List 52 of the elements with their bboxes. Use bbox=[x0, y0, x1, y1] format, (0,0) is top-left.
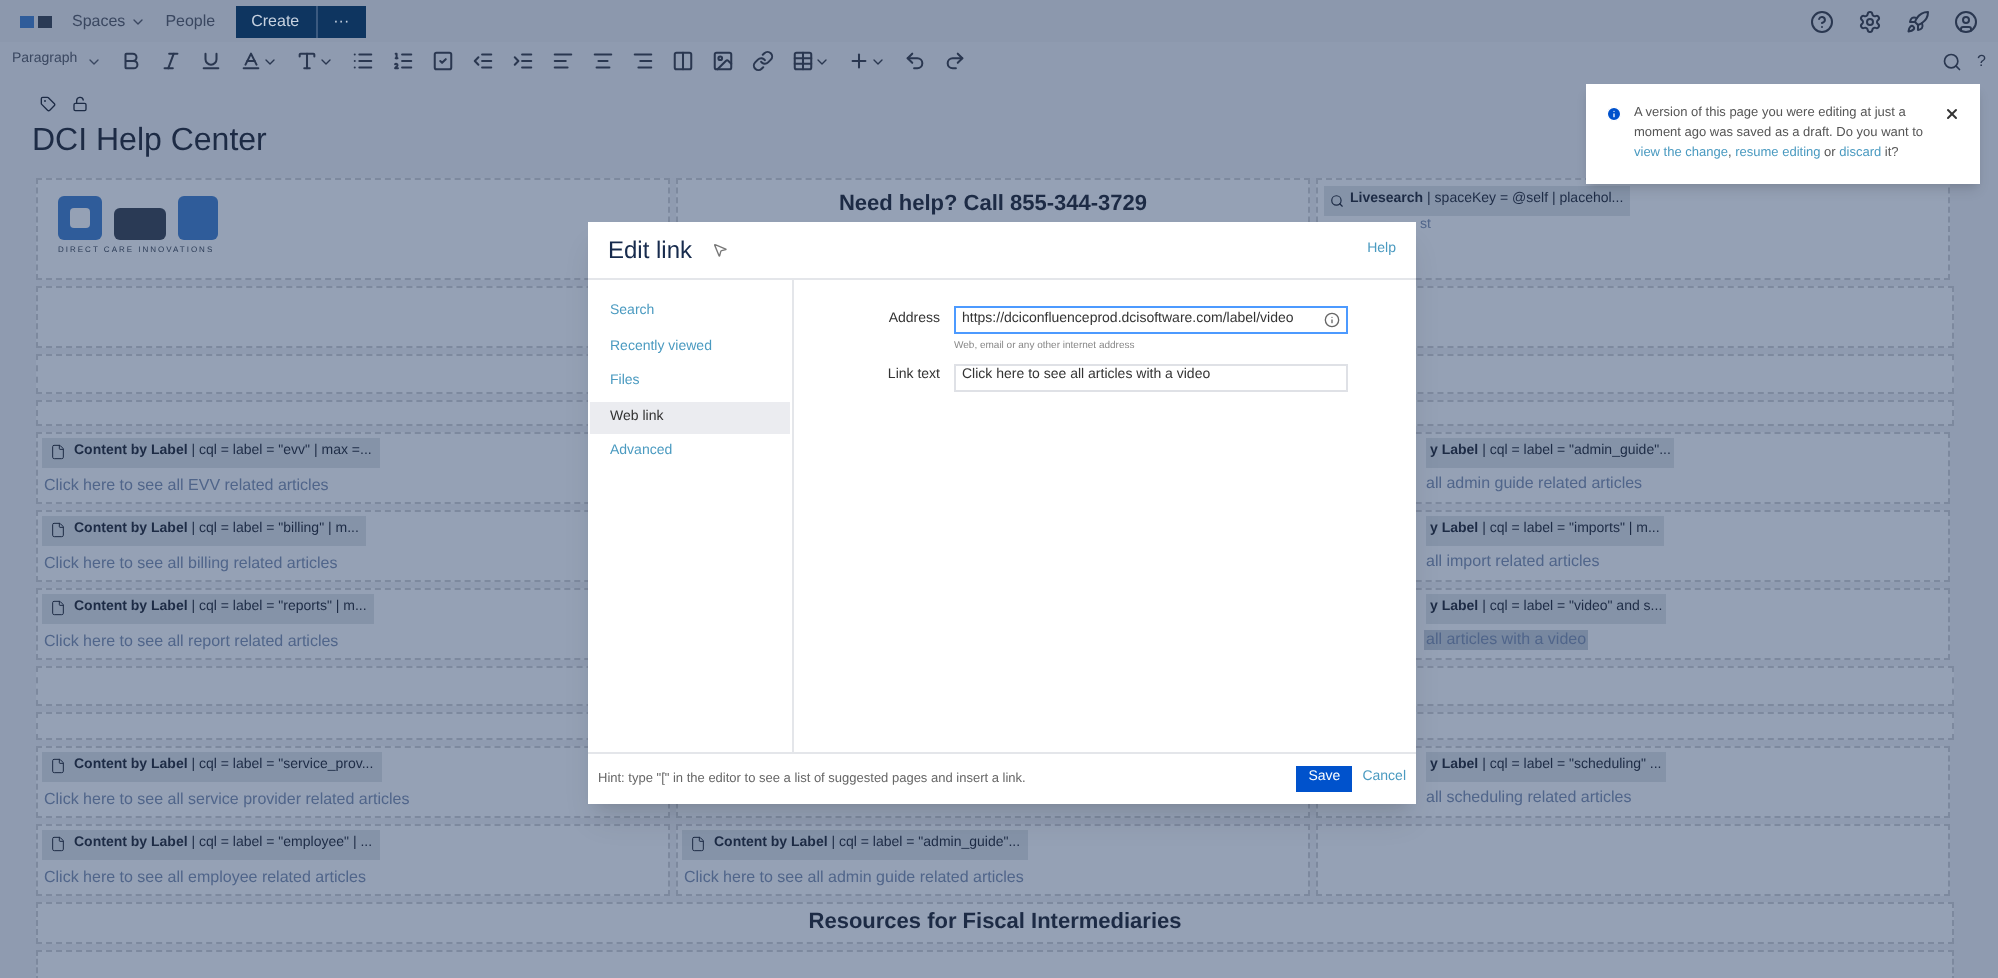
help-link[interactable]: ? bbox=[1977, 49, 1986, 73]
nav-item[interactable]: Spaces bbox=[72, 9, 146, 33]
image-icon[interactable] bbox=[711, 50, 734, 72]
cursor-icon bbox=[712, 242, 729, 258]
text-color-icon[interactable] bbox=[239, 50, 278, 72]
layout-icon[interactable] bbox=[671, 50, 694, 72]
align-center-icon[interactable] bbox=[591, 50, 614, 72]
create-button[interactable]: Create bbox=[235, 5, 316, 37]
help-icon[interactable] bbox=[1810, 9, 1834, 33]
search-icon bbox=[1330, 193, 1344, 208]
article-link[interactable]: Click here to see all admin guide related articles bbox=[682, 865, 1304, 889]
info-icon bbox=[1606, 106, 1622, 122]
italic-icon[interactable] bbox=[159, 50, 182, 72]
numbered-list-icon[interactable] bbox=[391, 50, 414, 72]
indent-icon[interactable] bbox=[511, 50, 534, 72]
link-icon[interactable] bbox=[751, 50, 774, 72]
article-link[interactable]: all scheduling related articles bbox=[1424, 787, 1634, 807]
page-icon bbox=[50, 600, 66, 617]
insert-icon[interactable] bbox=[847, 50, 886, 72]
help-heading: Need help? Call 855-344-3729 bbox=[838, 190, 1148, 220]
page-icon bbox=[50, 522, 66, 539]
align-right-icon[interactable] bbox=[631, 50, 654, 72]
redo-icon[interactable] bbox=[943, 50, 966, 72]
info-icon[interactable] bbox=[1324, 312, 1340, 328]
app-logo-icon[interactable] bbox=[20, 13, 52, 29]
article-link[interactable]: all admin guide related articles bbox=[1424, 473, 1645, 493]
article-link[interactable]: Click here to see all employee related articles bbox=[42, 865, 664, 889]
text-format-icon[interactable] bbox=[295, 50, 334, 72]
page-title: DCI Help Center bbox=[32, 124, 267, 158]
more-button[interactable]: ··· bbox=[315, 5, 366, 37]
dialog-title: Edit link bbox=[608, 234, 693, 268]
table-icon[interactable] bbox=[791, 50, 830, 72]
bold-icon[interactable] bbox=[119, 50, 142, 72]
lock-icon[interactable] bbox=[72, 96, 88, 112]
article-link[interactable]: all import related articles bbox=[1424, 551, 1602, 571]
rocket-icon[interactable] bbox=[1906, 9, 1930, 33]
settings-icon[interactable] bbox=[1858, 9, 1882, 33]
tag-icon[interactable] bbox=[40, 96, 56, 112]
task-icon[interactable] bbox=[431, 50, 454, 72]
page-icon bbox=[50, 758, 66, 775]
section-heading: Resources for Fiscal Intermediaries bbox=[808, 908, 1182, 939]
page-icon bbox=[690, 836, 706, 853]
outdent-icon[interactable] bbox=[471, 50, 494, 72]
page-icon bbox=[50, 836, 66, 853]
page-icon bbox=[50, 444, 66, 461]
align-left-icon[interactable] bbox=[551, 50, 574, 72]
underline-icon[interactable] bbox=[199, 50, 222, 72]
search-icon[interactable] bbox=[1941, 51, 1962, 71]
close-icon[interactable] bbox=[1944, 106, 1960, 122]
avatar-icon[interactable] bbox=[1954, 9, 1978, 33]
nav-item[interactable]: People bbox=[165, 9, 216, 33]
undo-icon[interactable] bbox=[903, 50, 926, 72]
